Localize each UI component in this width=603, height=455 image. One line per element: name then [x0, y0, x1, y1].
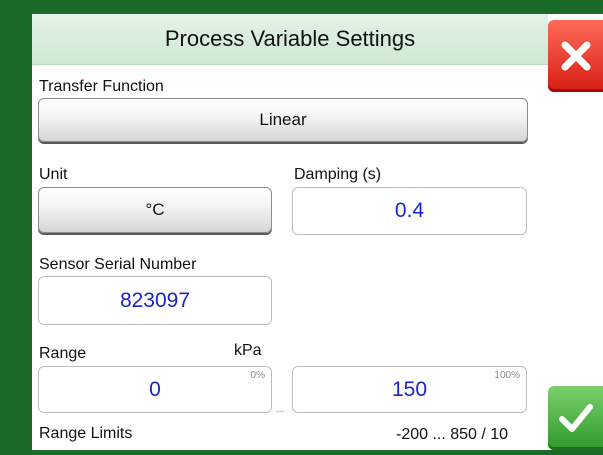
sensor-serial-field[interactable]: 823097 — [38, 276, 272, 325]
range-low-value: 0 — [149, 377, 161, 401]
damping-field[interactable]: 0.4 — [292, 187, 527, 235]
window-frame-bottom — [0, 450, 603, 455]
range-label: Range — [39, 345, 87, 362]
window-frame-top — [0, 0, 603, 14]
unit-button[interactable]: °C — [38, 187, 272, 233]
range-limits-label: Range Limits — [39, 425, 133, 442]
damping-label: Damping (s) — [294, 166, 382, 183]
window-frame-left — [0, 0, 32, 455]
close-icon — [561, 41, 590, 71]
unit-label: Unit — [39, 166, 68, 183]
accept-button[interactable] — [548, 386, 603, 450]
cancel-button[interactable] — [548, 20, 603, 92]
checkmark-icon — [558, 404, 593, 432]
range-separator: ... — [276, 404, 285, 415]
range-limits-value: -200 ... 850 / 10 — [396, 426, 509, 443]
range-unit-label: kPa — [234, 342, 262, 359]
action-column — [548, 14, 603, 450]
transfer-function-button[interactable]: Linear — [38, 98, 528, 142]
transfer-function-label: Transfer Function — [39, 78, 164, 95]
settings-panel: Process Variable Settings Transfer Funct… — [32, 14, 548, 450]
sensor-serial-label: Sensor Serial Number — [39, 256, 197, 273]
range-high-value: 150 — [391, 377, 428, 401]
range-low-percent: 0% — [250, 370, 265, 381]
dialog-title: Process Variable Settings — [32, 14, 548, 65]
range-low-field[interactable]: 0 0% — [38, 366, 272, 413]
range-high-field[interactable]: 150 100% — [292, 366, 527, 413]
range-high-percent: 100% — [494, 370, 520, 381]
